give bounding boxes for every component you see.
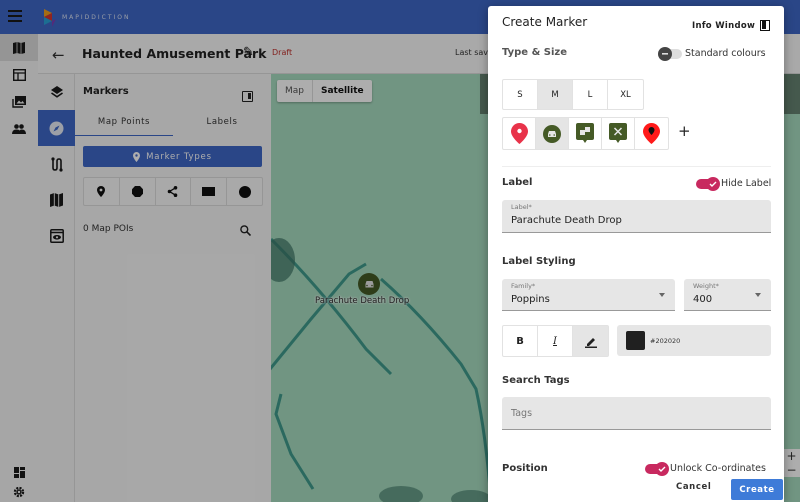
cutlery-bubble-icon [609,123,627,143]
size-s-button[interactable]: S [503,80,538,109]
marker-option-red-pin[interactable] [503,118,536,149]
unlock-coordinates-switch[interactable] [645,461,669,476]
font-family-label: Family* [511,282,536,290]
color-hex-value: #202020 [650,337,681,345]
hide-label-switch[interactable] [696,176,720,191]
hide-label-toggle[interactable]: Hide Label [696,176,772,191]
switch-knob [655,461,669,476]
dialog-title: Create Marker [502,15,588,29]
marker-icon-selector [502,117,669,150]
label-field-label: Label* [511,203,532,211]
label-styling-heading: Label Styling [502,256,576,267]
red-dot-pin-icon [643,123,660,144]
standard-colours-toggle[interactable]: Standard colours [658,46,766,61]
color-swatch[interactable] [626,331,645,350]
info-window-toggle[interactable]: Info Window [692,20,771,31]
font-weight-value: 400 [693,294,713,305]
label-field[interactable]: Label* Parachute Death Drop [502,200,771,233]
cancel-button[interactable]: Cancel [676,482,711,492]
side-panel-icon [760,20,771,31]
font-weight-select[interactable]: Weight* 400 [684,279,771,311]
size-l-button[interactable]: L [573,80,608,109]
bold-button[interactable]: B [503,326,538,356]
add-marker-icon-button[interactable]: + [678,122,691,140]
create-marker-dialog: Create Marker Info Window Type & Size St… [488,6,784,502]
red-pin-icon [510,123,528,144]
marker-option-red-dot-pin[interactable] [635,118,668,149]
position-heading: Position [502,463,548,474]
unlock-coordinates-label: Unlock Co-ordinates [670,463,766,474]
arcade-bubble-icon [576,123,594,143]
switch-knob [706,176,720,191]
standard-colours-switch[interactable] [658,46,682,61]
standard-colours-label: Standard colours [685,48,766,59]
create-button[interactable]: Create [731,479,783,500]
font-weight-label: Weight* [693,282,719,290]
info-window-label: Info Window [692,20,756,31]
marker-option-food[interactable] [602,118,635,149]
format-color-icon [584,337,597,348]
type-size-heading: Type & Size [502,47,568,58]
hide-label-label: Hide Label [721,178,772,189]
color-picker-field[interactable]: #202020 [617,325,771,356]
marker-option-arcade[interactable] [569,118,602,149]
marker-option-car[interactable] [536,118,569,149]
tags-placeholder: Tags [511,408,533,419]
text-color-button[interactable] [573,326,608,356]
unlock-coordinates-toggle[interactable]: Unlock Co-ordinates [645,461,766,476]
font-family-value: Poppins [511,294,550,305]
section-divider [502,166,771,167]
tags-input[interactable]: Tags [502,397,771,430]
switch-knob [658,46,672,61]
text-format-group: B I [502,325,609,357]
size-xl-button[interactable]: XL [608,80,643,109]
label-field-value[interactable]: Parachute Death Drop [511,215,622,226]
search-tags-heading: Search Tags [502,375,570,386]
dropdown-caret-icon [755,293,761,297]
italic-button[interactable]: I [538,326,573,356]
car-circle-icon [543,124,561,143]
dropdown-caret-icon [659,293,665,297]
label-heading: Label [502,177,533,188]
size-m-button[interactable]: M [538,80,573,109]
size-selector: S M L XL [502,79,644,110]
font-family-select[interactable]: Family* Poppins [502,279,675,311]
